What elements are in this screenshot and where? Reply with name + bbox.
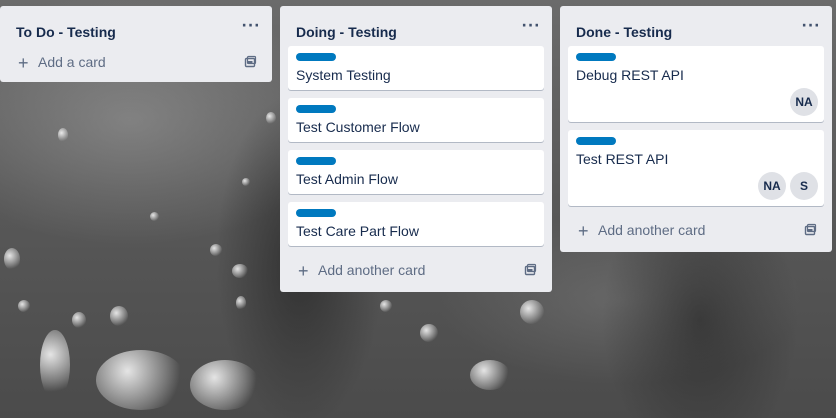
water-splash [470,360,510,390]
list-title[interactable]: Doing - Testing [296,24,397,40]
water-drop [150,212,159,221]
card-title: Test Care Part Flow [296,223,419,239]
card[interactable]: Test Customer Flow [288,98,544,142]
card-template-icon[interactable] [243,55,257,69]
card[interactable]: Test Care Part Flow [288,202,544,246]
water-drop [210,244,222,256]
card-label-blue[interactable] [576,53,616,61]
plus-icon: + [298,261,309,281]
plus-icon: + [578,221,589,241]
card-label-blue[interactable] [296,157,336,165]
add-card-label: Add a card [38,54,106,70]
add-card-button[interactable]: + Add another card [578,221,706,241]
card-label-blue[interactable] [296,105,336,113]
water-drop [380,300,392,312]
list-title[interactable]: Done - Testing [576,24,672,40]
card-title: Debug REST API [576,67,684,83]
water-drop [110,306,128,326]
add-card-button[interactable]: + Add a card [18,53,106,73]
water-drop [232,264,248,278]
card-template-icon[interactable] [803,223,817,237]
add-card-button[interactable]: + Add another card [298,261,426,281]
list-menu-icon[interactable]: ··· [800,19,822,39]
card[interactable]: Test Admin Flow [288,150,544,194]
card[interactable]: Test REST API NA S [568,130,824,206]
water-drop [242,178,250,186]
card-label-blue[interactable] [296,53,336,61]
list-menu-icon[interactable]: ··· [240,19,262,39]
list-doing[interactable]: Doing - Testing ··· System Testing Test … [280,6,552,292]
card[interactable]: Debug REST API NA [568,46,824,122]
water-splash [190,360,260,410]
card-title: System Testing [296,67,391,83]
list-menu-icon[interactable]: ··· [520,19,542,39]
add-card-label: Add another card [318,262,426,278]
member-avatar[interactable]: NA [758,172,786,200]
list-todo[interactable]: To Do - Testing ··· + Add a card [0,6,272,82]
card-title: Test Admin Flow [296,171,398,187]
plus-icon: + [18,53,29,73]
water-drop [72,312,86,328]
water-splash [40,330,70,400]
card-title: Test Customer Flow [296,119,420,135]
water-drop [18,300,30,312]
water-drop [420,324,438,342]
water-drop [266,112,276,124]
list-done[interactable]: Done - Testing ··· Debug REST API NA Tes… [560,6,832,252]
add-card-label: Add another card [598,222,706,238]
card-title: Test REST API [576,151,669,167]
card-label-blue[interactable] [576,137,616,145]
member-avatar[interactable]: S [790,172,818,200]
member-avatar[interactable]: NA [790,88,818,116]
card-template-icon[interactable] [523,263,537,277]
water-drop [236,296,246,310]
card-label-blue[interactable] [296,209,336,217]
water-drop [58,128,68,142]
list-title[interactable]: To Do - Testing [16,24,116,40]
water-drop [520,300,544,324]
water-splash [96,350,186,410]
card[interactable]: System Testing [288,46,544,90]
water-drop [4,248,20,270]
